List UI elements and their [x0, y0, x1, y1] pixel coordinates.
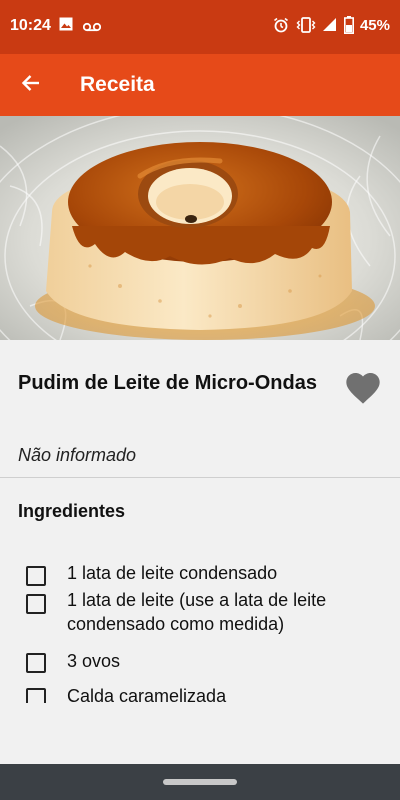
favorite-button[interactable] — [343, 368, 383, 408]
system-nav-bar — [0, 764, 400, 800]
ingredient-item[interactable]: 1 lata de leite condensado — [0, 553, 400, 586]
ingredient-checkbox[interactable] — [26, 566, 46, 586]
ingredient-item[interactable]: Calda caramelizada — [0, 682, 400, 703]
image-icon — [59, 17, 73, 36]
alarm-icon — [273, 17, 289, 38]
ingredient-item[interactable]: 1 lata de leite (use a lata de leite con… — [0, 588, 400, 642]
recipe-title: Pudim de Leite de Micro-Ondas — [18, 372, 317, 394]
section-divider — [0, 477, 400, 478]
recipe-meta: Não informado — [18, 445, 137, 465]
recipe-image — [0, 116, 400, 340]
battery-icon — [344, 16, 354, 39]
app-bar: Receita — [0, 54, 400, 116]
heart-icon — [343, 373, 383, 412]
page-title: Receita — [80, 73, 155, 96]
ingredients-heading: Ingredientes — [18, 501, 126, 521]
vibrate-icon — [296, 17, 316, 38]
ingredients-list: 1 lata de leite condensado 1 lata de lei… — [0, 545, 400, 703]
ingredient-checkbox[interactable] — [26, 653, 46, 673]
arrow-back-icon — [21, 73, 41, 98]
status-time: 10:24 — [10, 17, 51, 34]
back-button[interactable] — [14, 68, 48, 102]
signal-icon — [322, 17, 337, 37]
ingredient-checkbox[interactable] — [26, 594, 46, 614]
voicemail-icon — [82, 19, 102, 37]
ingredient-item[interactable]: 3 ovos — [0, 647, 400, 677]
status-bar: 10:24 45% — [0, 0, 400, 54]
ingredient-checkbox[interactable] — [26, 688, 46, 703]
ingredient-text: 3 ovos — [67, 651, 121, 671]
home-gesture-pill[interactable] — [163, 779, 237, 785]
ingredient-text: 1 lata de leite condensado — [67, 563, 278, 583]
ingredient-text: Calda caramelizada — [67, 686, 227, 703]
battery-percentage: 45% — [359, 17, 390, 34]
ingredient-text: 1 lata de leite (use a lata de leite con… — [67, 590, 327, 634]
recipe-header: Pudim de Leite de Micro-Ondas Não inform… — [0, 340, 400, 477]
